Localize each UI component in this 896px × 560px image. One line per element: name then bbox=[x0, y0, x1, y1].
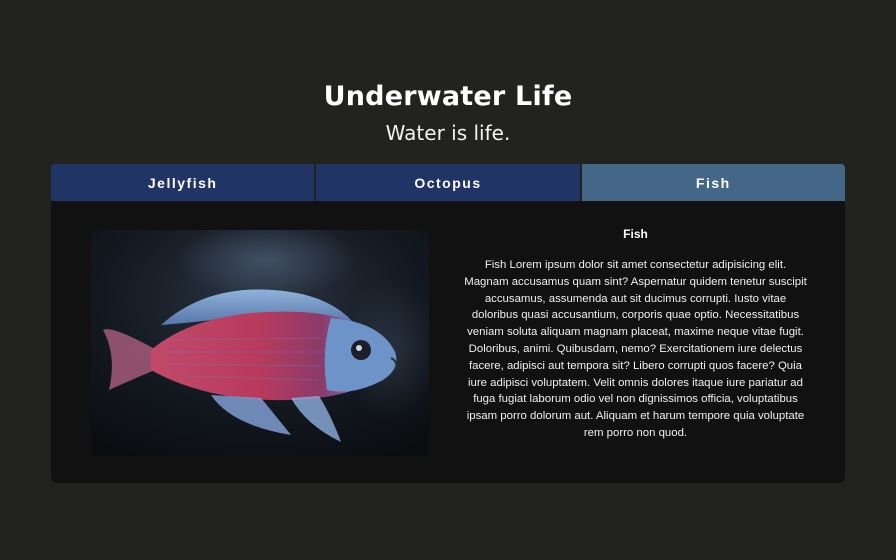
tab-bar: Jellyfish Octopus Fish bbox=[51, 164, 845, 201]
page-subtitle: Water is life. bbox=[385, 121, 511, 145]
tab-fish[interactable]: Fish bbox=[581, 164, 845, 201]
fish-illustration bbox=[91, 230, 429, 456]
fish-image bbox=[91, 230, 429, 456]
panel-heading: Fish bbox=[623, 227, 648, 241]
tab-content-text: Fish Fish Lorem ipsum dolor sit amet con… bbox=[463, 225, 808, 442]
tab-octopus[interactable]: Octopus bbox=[316, 164, 580, 201]
tab-jellyfish[interactable]: Jellyfish bbox=[51, 164, 315, 201]
panel-body: Fish Lorem ipsum dolor sit amet consecte… bbox=[464, 259, 807, 439]
tab-content-panel: Fish Fish Lorem ipsum dolor sit amet con… bbox=[51, 201, 845, 483]
page-title: Underwater Life bbox=[323, 81, 573, 112]
